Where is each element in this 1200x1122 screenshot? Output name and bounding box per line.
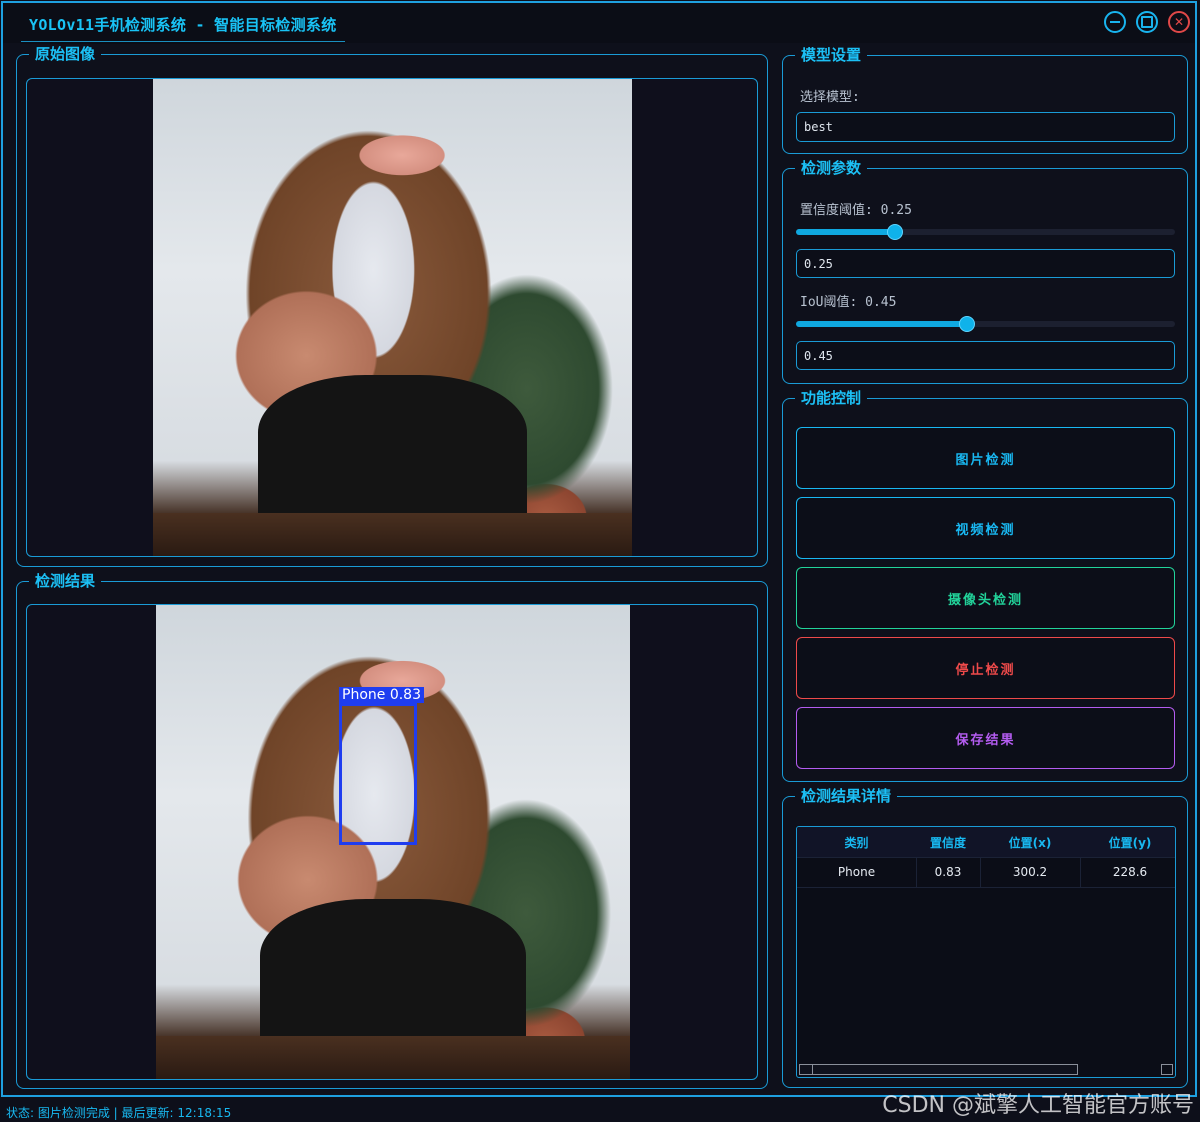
- save-result-label: 保存结果: [955, 732, 1016, 748]
- camera-detect-label: 摄像头检测: [947, 592, 1023, 608]
- camera-detect-button[interactable]: 摄像头检测: [796, 567, 1175, 629]
- scroll-corner: [1161, 1064, 1173, 1075]
- photo-torso: [260, 898, 526, 1042]
- video-detect-button[interactable]: 视频检测: [796, 497, 1175, 559]
- close-icon[interactable]: [1168, 11, 1190, 33]
- stop-detect-button[interactable]: 停止检测: [796, 637, 1175, 699]
- original-image-title: 原始图像: [29, 45, 102, 63]
- detection-box: [339, 703, 417, 845]
- confidence-label: 置信度阈值: 0.25: [800, 203, 912, 218]
- maximize-icon[interactable]: [1136, 11, 1158, 33]
- cell-x: 300.2: [1012, 865, 1048, 879]
- details-panel: 检测结果详情 类别 置信度 位置(x) 位置(y) Phone 0.83 300…: [782, 787, 1188, 1088]
- original-image-frame: [26, 78, 758, 557]
- save-result-button[interactable]: 保存结果: [796, 707, 1175, 769]
- window-title: YOLOv11手机检测系统 - 智能目标检测系统: [29, 16, 337, 34]
- cell-confidence: 0.83: [934, 865, 962, 879]
- app-window: YOLOv11手机检测系统 - 智能目标检测系统 原始图像 检测结果 Phone…: [1, 1, 1197, 1097]
- detect-params-panel: 检测参数 置信度阈值: 0.25 0.25 IoU阈值: 0.45 0.45: [782, 159, 1188, 384]
- table-header: 类别 置信度 位置(x) 位置(y): [797, 827, 1175, 858]
- result-image: Phone 0.83: [156, 605, 630, 1079]
- col-header-y[interactable]: 位置(y): [1080, 827, 1175, 857]
- original-image: [153, 79, 632, 556]
- col-header-class[interactable]: 类别: [797, 827, 916, 857]
- details-table[interactable]: 类别 置信度 位置(x) 位置(y) Phone 0.83 300.2 228.…: [796, 826, 1176, 1078]
- confidence-input[interactable]: 0.25: [796, 249, 1175, 278]
- confidence-input-value: 0.25: [804, 256, 833, 271]
- cell-class: Phone: [837, 865, 876, 879]
- model-select[interactable]: best: [796, 112, 1175, 142]
- confidence-slider-fill: [796, 229, 895, 235]
- iou-input-value: 0.45: [804, 348, 833, 363]
- scroll-left-button[interactable]: [800, 1065, 813, 1074]
- status-bar: 状态: 图片检测完成 | 最后更新: 12:18:15: [6, 1106, 232, 1120]
- detect-params-title: 检测参数: [795, 159, 868, 177]
- detection-result-title: 检测结果: [29, 572, 102, 590]
- confidence-slider-handle[interactable]: [887, 224, 903, 240]
- iou-slider-handle[interactable]: [959, 316, 975, 332]
- model-settings-title: 模型设置: [795, 46, 868, 64]
- model-settings-panel: 模型设置 选择模型: best: [782, 46, 1188, 154]
- image-detect-button[interactable]: 图片检测: [796, 427, 1175, 489]
- video-detect-label: 视频检测: [955, 522, 1016, 538]
- iou-input[interactable]: 0.45: [796, 341, 1175, 370]
- col-header-confidence[interactable]: 置信度: [916, 827, 980, 857]
- photo-table: [156, 1036, 630, 1079]
- function-control-title: 功能控制: [795, 389, 868, 407]
- result-image-frame: Phone 0.83: [26, 604, 758, 1080]
- photo-table: [153, 513, 632, 556]
- confidence-slider[interactable]: [796, 224, 1175, 240]
- title-underline: [21, 41, 345, 44]
- iou-label: IoU阈值: 0.45: [800, 295, 897, 310]
- iou-slider[interactable]: [796, 316, 1175, 332]
- function-control-panel: 功能控制 图片检测 视频检测 摄像头检测 停止检测 保存结果: [782, 389, 1188, 782]
- detection-label: Phone 0.83: [339, 687, 424, 703]
- stop-detect-label: 停止检测: [955, 662, 1016, 678]
- select-model-label: 选择模型:: [800, 90, 860, 105]
- watermark: CSDN @斌擎人工智能官方账号: [882, 1093, 1194, 1118]
- original-image-panel: 原始图像: [16, 45, 768, 567]
- title-bar[interactable]: YOLOv11手机检测系统 - 智能目标检测系统: [3, 3, 1195, 44]
- details-title: 检测结果详情: [795, 787, 898, 805]
- photo-torso: [258, 374, 527, 518]
- detection-result-panel: 检测结果 Phone 0.83: [16, 572, 768, 1089]
- minimize-icon[interactable]: [1104, 11, 1126, 33]
- horizontal-scrollbar[interactable]: [799, 1064, 1078, 1075]
- model-select-value: best: [804, 120, 833, 134]
- cell-y: 228.6: [1112, 865, 1148, 879]
- iou-slider-fill: [796, 321, 967, 327]
- col-header-x[interactable]: 位置(x): [980, 827, 1080, 857]
- image-detect-label: 图片检测: [955, 452, 1016, 468]
